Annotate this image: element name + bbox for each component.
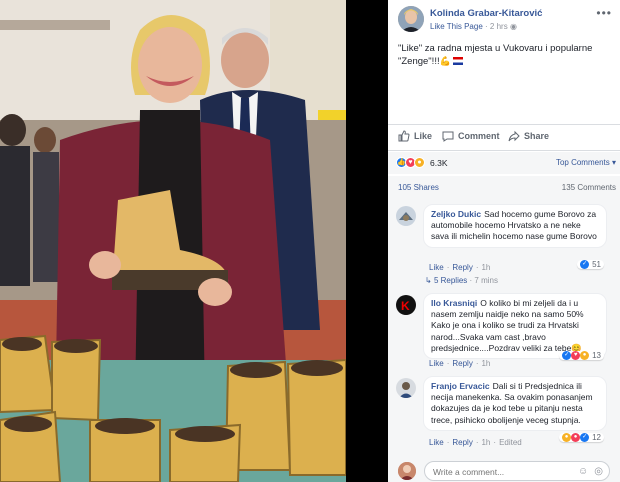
composer-icons: ☺ ◎ <box>578 466 603 477</box>
comment-reactions[interactable]: ✓ ♥ ● 13 <box>559 351 604 360</box>
view-replies-link[interactable]: ↳ 5 Replies · 7 mins <box>425 276 498 285</box>
camera-icon[interactable]: ◎ <box>594 466 603 477</box>
post-text-block: "Like" za radna mjesta u Vukovaru i popu… <box>398 42 608 68</box>
post-time[interactable]: 2 hrs <box>490 22 508 31</box>
shares-link[interactable]: 105 Shares <box>398 183 439 192</box>
haha-reaction-icon: ● <box>562 433 572 442</box>
post-side-panel: Kolinda Grabar-Kitarović Like This Page … <box>388 0 620 482</box>
comment-bubble: Franjo Ervacic Dali si ti Predsjednica il… <box>423 376 607 431</box>
love-reaction-icon: ♥ <box>571 351 581 360</box>
comment-time[interactable]: 1h <box>481 263 490 272</box>
like-action-label: Like <box>414 131 433 141</box>
comment-actions: Like · Reply · 1h <box>429 263 491 272</box>
author-meta: Like This Page · 2 hrs ◉ <box>430 22 517 31</box>
comment-reply-link[interactable]: Reply <box>452 263 472 272</box>
reactions-summary: 👍 ♥ ● 6.3K Top Comments ▾ <box>388 152 620 174</box>
share-icon <box>508 130 520 142</box>
comment-bubble: Zeljko Dukic Sad hocemo gume Borovo za au… <box>423 204 607 248</box>
comment-reply-link[interactable]: Reply <box>452 438 472 447</box>
more-options-icon[interactable]: ••• <box>596 6 612 20</box>
top-comments-dropdown[interactable]: Top Comments ▾ <box>556 158 616 167</box>
comment-reply-link[interactable]: Reply <box>452 359 472 368</box>
post-photo[interactable] <box>0 0 346 482</box>
croatian-flag-icon <box>453 57 464 65</box>
post-text: "Like" za radna mjesta u Vukovaru i popu… <box>398 43 593 67</box>
comment-reaction-count: 51 <box>592 260 601 269</box>
comment-input[interactable] <box>433 465 563 478</box>
comments-list: Zeljko Dukic Sad hocemo gume Borovo za au… <box>388 198 620 482</box>
like-reaction-icon: ✓ <box>580 433 590 442</box>
comment-time[interactable]: 1h <box>481 359 490 368</box>
reply-arrow-icon: ↳ <box>425 276 434 285</box>
share-action-button[interactable]: Share <box>508 130 549 142</box>
replies-count: 5 Replies <box>433 276 468 285</box>
comment-edited[interactable]: Edited <box>499 438 522 447</box>
comments-count[interactable]: 135 Comments <box>562 183 616 192</box>
like-reaction-icon: ✓ <box>562 351 572 360</box>
author-avatar[interactable] <box>398 6 424 32</box>
share-action-label: Share <box>524 131 550 141</box>
comment-time[interactable]: 1h <box>481 438 490 447</box>
comment-like-link[interactable]: Like <box>429 359 444 368</box>
svg-text:K: K <box>401 299 410 313</box>
comment-bubble: Ilo Krasniqi O koliko bi mi zeljeli da i … <box>423 293 607 360</box>
commenter-avatar[interactable] <box>396 206 416 226</box>
author-name[interactable]: Kolinda Grabar-Kitarović <box>430 8 542 19</box>
angry-reaction-icon: ● <box>571 433 581 442</box>
commenter-avatar[interactable] <box>396 378 416 398</box>
shares-row: 105 Shares 135 Comments <box>388 176 620 198</box>
like-reaction-icon: ✓ <box>580 260 590 269</box>
comment-like-link[interactable]: Like <box>429 438 444 447</box>
reaction-count[interactable]: 6.3K <box>430 158 448 168</box>
post-actions: Like Comment Share <box>388 128 620 148</box>
viewer-gap <box>346 0 388 482</box>
current-user-avatar <box>398 462 416 480</box>
like-page-link[interactable]: Like This Page <box>430 22 483 31</box>
comment-action-button[interactable]: Comment <box>442 130 500 142</box>
emoji-icon[interactable]: ☺ <box>578 466 588 477</box>
haha-reaction-icon: ● <box>580 351 590 360</box>
replies-time: 7 mins <box>474 276 498 285</box>
comment-actions: Like · Reply · 1h <box>429 359 491 368</box>
comment-actions: Like · Reply · 1h · Edited <box>429 438 522 447</box>
comment-item: Franjo Ervacic Dali si ti Predsjednica il… <box>396 376 618 452</box>
comment-action-label: Comment <box>458 131 500 141</box>
wow-reaction-icon: ● <box>414 157 425 168</box>
comment-item: Zeljko Dukic Sad hocemo gume Borovo za au… <box>396 204 618 276</box>
like-action-button[interactable]: Like <box>398 130 432 142</box>
commenter-name[interactable]: Zeljko Dukic <box>431 209 481 219</box>
divider <box>388 124 620 125</box>
comment-composer: ☺ ◎ <box>388 460 620 482</box>
commenter-avatar[interactable]: K <box>396 295 416 315</box>
comment-like-link[interactable]: Like <box>429 263 444 272</box>
commenter-name[interactable]: Franjo Ervacic <box>431 381 490 391</box>
facebook-photo-viewer: Kolinda Grabar-Kitarović Like This Page … <box>0 0 620 482</box>
post-emoji: 💪 <box>439 56 451 66</box>
commenter-name[interactable]: Ilo Krasniqi <box>431 298 477 308</box>
comment-reactions[interactable]: ● ● ✓ 12 <box>559 433 604 442</box>
comment-reaction-count: 13 <box>592 351 601 360</box>
globe-icon: ◉ <box>509 22 517 31</box>
divider <box>388 150 620 151</box>
photo-illustration <box>0 0 346 482</box>
comment-input-box[interactable]: ☺ ◎ <box>424 461 610 481</box>
post-header: Kolinda Grabar-Kitarović Like This Page … <box>398 6 612 36</box>
comment-icon <box>442 131 454 142</box>
comment-reactions[interactable]: ✓ 51 <box>577 260 604 269</box>
comment-reaction-count: 12 <box>592 433 601 442</box>
reaction-icons[interactable]: 👍 ♥ ● <box>396 157 425 168</box>
thumbs-up-icon <box>398 130 410 142</box>
comment-item: K Ilo Krasniqi O koliko bi mi zeljeli da … <box>396 293 618 369</box>
